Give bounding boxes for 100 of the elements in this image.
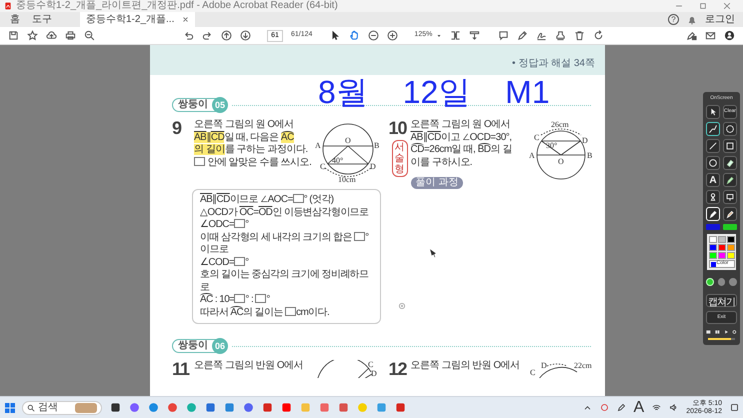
undo-icon[interactable] xyxy=(183,30,194,41)
circle-drawing xyxy=(316,360,372,378)
solution-line: 호의 길이는 중심각의 크기에 정비례하므로 xyxy=(200,269,370,294)
section-number: 05 xyxy=(212,97,228,113)
line-icon xyxy=(708,141,718,151)
capture-button[interactable]: 캡쳐기 xyxy=(706,294,737,307)
down-arrow-icon[interactable] xyxy=(240,30,251,41)
freehand-icon xyxy=(708,124,718,134)
ellipse-tool[interactable] xyxy=(706,156,720,170)
star-icon[interactable] xyxy=(27,30,38,41)
highlighter-tool[interactable] xyxy=(723,173,737,187)
search-highlight-picture xyxy=(75,402,97,412)
user-add-icon[interactable] xyxy=(724,30,735,41)
notification-icon[interactable] xyxy=(730,403,739,412)
color-swatch[interactable] xyxy=(726,252,734,259)
pen-icon[interactable] xyxy=(616,403,626,412)
brush-tool[interactable] xyxy=(723,207,737,221)
eraser-tool[interactable] xyxy=(723,156,737,170)
bell-icon[interactable] xyxy=(687,14,697,24)
redo-icon[interactable] xyxy=(202,30,213,41)
dashed-circle-icon xyxy=(725,124,735,134)
menu-tab[interactable]: 도구 xyxy=(26,12,58,27)
line-tool[interactable] xyxy=(706,139,720,153)
length-label: 26cm xyxy=(551,120,569,129)
cloud-upload-icon[interactable] xyxy=(46,30,57,41)
pen-color-button[interactable] xyxy=(706,224,720,230)
color-swatch[interactable] xyxy=(718,252,726,259)
eraser-icon xyxy=(725,158,735,168)
rect-tool[interactable] xyxy=(723,139,737,153)
solution-line: △OCD가 OC=OD인 이등변삼각형이므로 xyxy=(200,206,370,219)
rotate-icon[interactable] xyxy=(593,30,604,41)
cursor-icon[interactable] xyxy=(330,30,342,41)
problem-number: 11 xyxy=(172,360,190,378)
mail-icon[interactable] xyxy=(705,30,716,41)
signature-icon[interactable] xyxy=(536,30,548,41)
pen-icon[interactable] xyxy=(517,30,528,41)
scroll-mode-icon[interactable] xyxy=(469,30,480,41)
board-tool[interactable] xyxy=(723,190,737,204)
essay-badge: 서술형 xyxy=(392,140,408,177)
solution-line: 이때 삼각형의 세 내각의 크기의 합은 °이므로 xyxy=(200,232,370,256)
point-label: C xyxy=(530,368,536,377)
length-label: 22cm xyxy=(574,361,592,370)
pen-color-button[interactable] xyxy=(723,224,737,230)
problem-number: 9 xyxy=(172,119,182,137)
play-icon[interactable] xyxy=(724,329,728,335)
color-swatch[interactable] xyxy=(718,236,726,243)
pen-tool[interactable] xyxy=(706,207,720,221)
problem-text: 오른쪽 그림의 반원 O에서 xyxy=(194,360,304,373)
text-tool[interactable]: A xyxy=(706,173,720,187)
color-swatch[interactable] xyxy=(726,244,734,251)
search-field[interactable]: 검색 xyxy=(38,402,68,414)
answer-reference: • 정답과 해설 34쪽 xyxy=(512,57,595,71)
fit-page-icon[interactable] xyxy=(450,30,462,41)
problem-text: 오른쪽 그림의 원 O에서 AB∥CD이고 ∠OCD=30°, CD=26cm일 때, BD의 길 이를 구하시오. xyxy=(410,119,513,169)
point-label: C xyxy=(534,133,540,142)
up-arrow-icon[interactable] xyxy=(221,30,232,41)
input-method-indicator[interactable]: A xyxy=(634,396,644,418)
pen-lock-icon[interactable] xyxy=(686,30,697,41)
zoom-in-icon[interactable] xyxy=(387,30,398,41)
tab-title: 중등수학1-2_개플... xyxy=(86,13,174,27)
stamp-icon[interactable] xyxy=(555,30,566,41)
square-icon xyxy=(725,141,735,151)
help-button[interactable]: ? xyxy=(668,14,679,25)
app-icon[interactable] xyxy=(110,402,121,413)
problem-number: 12 xyxy=(388,360,408,378)
angle-label: 40° xyxy=(332,156,343,165)
circle-marker-icon xyxy=(398,302,406,310)
menu-tab[interactable]: 홈 xyxy=(4,12,26,27)
speaker-icon[interactable] xyxy=(669,403,678,412)
circle-icon xyxy=(708,158,718,168)
comment-icon[interactable] xyxy=(498,30,510,41)
search-box[interactable]: 검색 xyxy=(22,400,102,414)
hand-icon[interactable] xyxy=(349,30,360,41)
pointer-tool[interactable] xyxy=(706,105,720,119)
lasso-tool[interactable] xyxy=(723,122,737,136)
point-label: A xyxy=(529,151,535,160)
point-label: D xyxy=(582,136,588,145)
problem-number: 10 xyxy=(388,119,408,137)
freehand-tool[interactable] xyxy=(706,122,720,136)
color-swatch[interactable] xyxy=(708,252,716,259)
trash-icon[interactable] xyxy=(574,30,586,41)
close-icon[interactable] xyxy=(182,16,190,23)
zoom-out-icon[interactable] xyxy=(368,30,380,41)
zoom-out-icon[interactable] xyxy=(84,30,95,41)
wifi-icon[interactable] xyxy=(652,403,662,412)
document-tab[interactable]: 중등수학1-2_개플... xyxy=(80,12,196,27)
save-icon[interactable] xyxy=(8,30,19,41)
print-icon[interactable] xyxy=(65,30,76,41)
maximize-icon[interactable] xyxy=(699,2,707,10)
color-swatch[interactable] xyxy=(708,244,716,251)
color-swatch[interactable] xyxy=(726,236,734,243)
window-icon[interactable] xyxy=(714,329,720,335)
start-icon[interactable] xyxy=(4,402,16,414)
stamp-tool[interactable] xyxy=(706,190,720,204)
color-swatch[interactable] xyxy=(718,244,726,251)
caret-icon[interactable] xyxy=(436,32,442,38)
point-label: C xyxy=(368,360,373,369)
window-icon[interactable] xyxy=(706,329,711,335)
login-link[interactable]: 로그인 xyxy=(705,12,735,27)
color-swatch[interactable] xyxy=(708,236,716,243)
